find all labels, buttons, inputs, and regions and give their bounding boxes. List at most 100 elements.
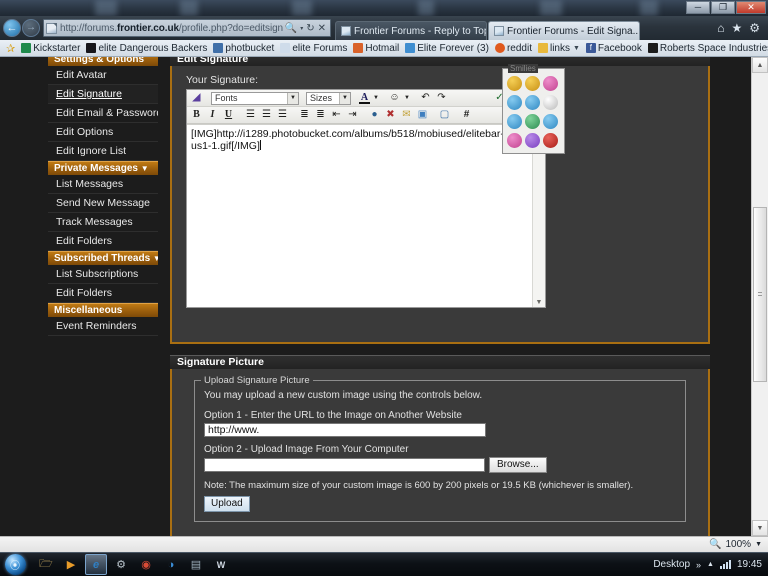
add-favorite-icon[interactable]: ✰: [3, 42, 18, 55]
image-url-input[interactable]: http://www.: [204, 423, 486, 437]
bookmark-photbucket[interactable]: photbucket: [210, 43, 277, 54]
taskbar-item-google-earth[interactable]: ◑: [160, 554, 182, 575]
smiley-item[interactable]: [525, 95, 540, 110]
bookmark-hotmail[interactable]: Hotmail: [350, 43, 402, 54]
sidebar-item-edit-folders-subs[interactable]: Edit Folders: [48, 284, 158, 303]
back-button-icon[interactable]: ←: [3, 19, 21, 37]
zoom-dropdown-icon[interactable]: ▼: [755, 541, 762, 548]
sidebar-group-settings-options[interactable]: Settings & Options: [48, 57, 158, 66]
align-left-icon[interactable]: ☰: [243, 108, 258, 123]
bookmark-elite-forever[interactable]: Elite Forever (3): [402, 43, 492, 54]
scrollbar-thumb[interactable]: [753, 207, 767, 382]
insert-code-icon[interactable]: #: [459, 108, 474, 123]
smiley-item[interactable]: [525, 76, 540, 91]
show-desktop-label[interactable]: Desktop: [653, 559, 690, 570]
undo-icon[interactable]: ↶: [418, 91, 433, 106]
smiley-item[interactable]: [543, 95, 558, 110]
bookmark-reddit[interactable]: reddit: [492, 43, 535, 54]
taskbar-item-calculator[interactable]: ▤: [185, 554, 207, 575]
home-icon[interactable]: ⌂: [717, 21, 724, 35]
bookmark-kickstarter[interactable]: Kickstarter: [18, 43, 83, 54]
signature-textarea[interactable]: [IMG]http://i1289.photobucket.com/albums…: [187, 124, 532, 307]
indent-icon[interactable]: ⇥: [345, 108, 360, 123]
address-bar[interactable]: http://forums.frontier.co.uk/profile.php…: [43, 19, 331, 37]
smiley-item[interactable]: [543, 114, 558, 129]
sidebar-item-edit-email-password[interactable]: Edit Email & Password: [48, 104, 158, 123]
sidebar-item-edit-options[interactable]: Edit Options: [48, 123, 158, 142]
scroll-up-icon[interactable]: ▲: [752, 57, 768, 73]
bookmark-elite-forums[interactable]: elite Forums: [277, 43, 350, 54]
smiley-item[interactable]: [507, 133, 522, 148]
tray-overflow-icon[interactable]: »: [696, 560, 701, 570]
smiley-icon[interactable]: ☺: [387, 91, 402, 106]
sidebar-item-event-reminders[interactable]: Event Reminders: [48, 317, 158, 336]
page-scrollbar[interactable]: ▲ ▼: [751, 57, 768, 536]
remove-link-icon[interactable]: ✖: [383, 108, 398, 123]
smiley-item[interactable]: [525, 133, 540, 148]
forward-button-icon[interactable]: →: [22, 19, 40, 37]
chevron-down-icon[interactable]: ▼: [403, 95, 411, 101]
search-icon[interactable]: 🔍: [285, 23, 297, 34]
upload-button[interactable]: Upload: [204, 496, 250, 512]
refresh-icon[interactable]: ↻: [306, 23, 314, 34]
minimize-button[interactable]: ─: [686, 1, 710, 14]
sidebar-item-track-messages[interactable]: Track Messages: [48, 213, 158, 232]
start-button[interactable]: ⦿: [0, 553, 30, 576]
align-center-icon[interactable]: ☰: [259, 108, 274, 123]
remove-formatting-icon[interactable]: ◢: [189, 91, 204, 106]
italic-icon[interactable]: I: [205, 108, 220, 123]
smiley-item[interactable]: [525, 114, 540, 129]
sidebar-group-private-messages[interactable]: Private Messages ▼: [48, 161, 158, 175]
smiley-item[interactable]: [507, 114, 522, 129]
browse-button[interactable]: Browse...: [489, 457, 547, 473]
scroll-down-icon[interactable]: ▼: [752, 520, 768, 536]
close-button[interactable]: ✕: [736, 1, 766, 14]
smiley-item[interactable]: [543, 76, 558, 91]
zoom-icon[interactable]: 🔍: [709, 539, 721, 550]
redo-icon[interactable]: ↷: [434, 91, 449, 106]
sidebar-item-send-new-message[interactable]: Send New Message: [48, 194, 158, 213]
insert-link-icon[interactable]: ●: [367, 108, 382, 123]
ordered-list-icon[interactable]: ≣: [297, 108, 312, 123]
taskbar-item-google-chrome[interactable]: ◉: [135, 554, 157, 575]
favorites-star-icon[interactable]: ★: [731, 21, 742, 35]
sidebar-item-edit-avatar[interactable]: Edit Avatar: [48, 66, 158, 85]
sidebar-group-miscellaneous[interactable]: Miscellaneous: [48, 303, 158, 317]
bookmark-elite-dangerous-backers[interactable]: elite Dangerous Backers: [83, 43, 210, 54]
insert-quote-icon[interactable]: ▢: [437, 108, 452, 123]
chevron-down-icon[interactable]: ▼: [573, 45, 580, 52]
bookmark-roberts-space-industries[interactable]: Roberts Space Industries: [645, 43, 768, 54]
smiley-item[interactable]: [507, 95, 522, 110]
smiley-item[interactable]: [507, 76, 522, 91]
taskbar-item-windows-explorer[interactable]: 🗁: [35, 554, 57, 575]
font-size-select[interactable]: Sizes ▼: [306, 91, 351, 105]
align-right-icon[interactable]: ☰: [275, 108, 290, 123]
outdent-icon[interactable]: ⇤: [329, 108, 344, 123]
stop-icon[interactable]: ✕: [318, 23, 326, 34]
insert-image-icon[interactable]: ▣: [415, 108, 430, 123]
tray-expand-icon[interactable]: ▲: [707, 561, 714, 568]
bookmark-links-folder[interactable]: links ▼: [535, 43, 583, 54]
sidebar-item-list-messages[interactable]: List Messages: [48, 175, 158, 194]
restore-button[interactable]: ❐: [711, 1, 735, 14]
bold-icon[interactable]: B: [189, 108, 204, 123]
chevron-down-icon[interactable]: ▾: [300, 25, 303, 32]
taskbar-item-steam[interactable]: ⚙: [110, 554, 132, 575]
sidebar-item-list-subscriptions[interactable]: List Subscriptions: [48, 265, 158, 284]
sidebar-item-edit-folders-pm[interactable]: Edit Folders: [48, 232, 158, 251]
scroll-down-icon[interactable]: ▼: [536, 299, 543, 306]
smiley-item[interactable]: [543, 133, 558, 148]
network-signal-icon[interactable]: [719, 560, 731, 569]
insert-email-icon[interactable]: ✉: [399, 108, 414, 123]
font-family-select[interactable]: Fonts ▼: [211, 91, 299, 105]
underline-icon[interactable]: U: [221, 108, 236, 123]
tab-edit-signature[interactable]: Frontier Forums - Edit Signa... ✕: [488, 21, 640, 40]
tab-reply-to-topic[interactable]: Frontier Forums - Reply to Topic: [335, 21, 487, 40]
sidebar-group-subscribed-threads[interactable]: Subscribed Threads ▼: [48, 251, 158, 265]
bookmark-facebook[interactable]: f Facebook: [583, 43, 645, 54]
unordered-list-icon[interactable]: ≣: [313, 108, 328, 123]
file-path-input[interactable]: [204, 458, 485, 472]
taskbar-item-internet-explorer[interactable]: e: [85, 554, 107, 575]
taskbar-item-windows-media-player[interactable]: ▶: [60, 554, 82, 575]
sidebar-item-edit-ignore-list[interactable]: Edit Ignore List: [48, 142, 158, 161]
